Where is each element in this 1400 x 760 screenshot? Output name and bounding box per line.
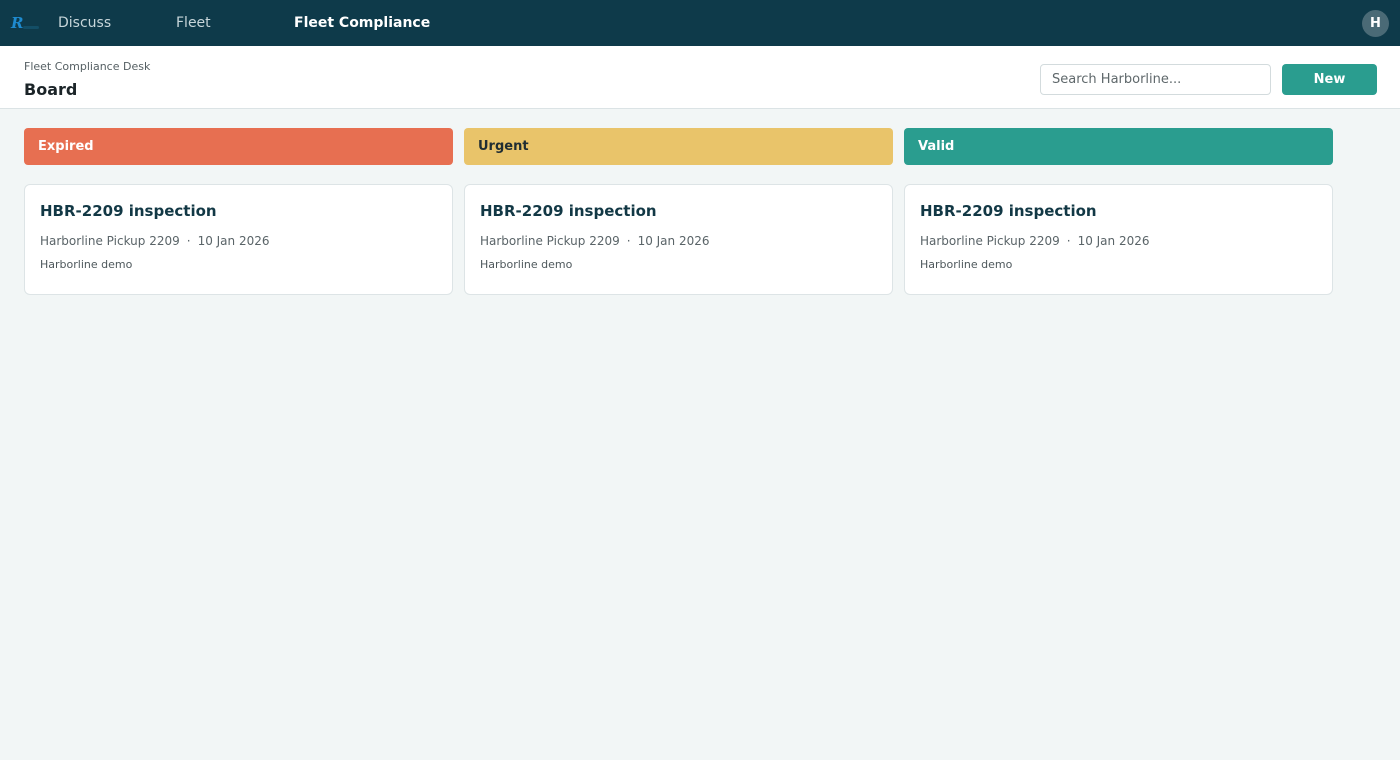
card-meta: Harborline Pickup 2209 · 10 Jan 2026 [40, 234, 437, 248]
card-date: 10 Jan 2026 [637, 234, 710, 248]
card-expired[interactable]: HBR-2209 inspection Harborline Pickup 22… [24, 184, 453, 295]
meta-separator: · [186, 234, 191, 248]
page-title: Board [24, 80, 78, 99]
card-urgent[interactable]: HBR-2209 inspection Harborline Pickup 22… [464, 184, 893, 295]
column-expired: Expired HBR-2209 inspection Harborline P… [24, 128, 453, 295]
card-title: HBR-2209 inspection [40, 202, 217, 220]
top-navbar: R Discuss Fleet Fleet Compliance H [0, 0, 1400, 46]
card-date: 10 Jan 2026 [197, 234, 270, 248]
card-meta: Harborline Pickup 2209 · 10 Jan 2026 [920, 234, 1317, 248]
card-owner: Harborline demo [920, 258, 1013, 271]
card-title: HBR-2209 inspection [920, 202, 1097, 220]
new-button[interactable]: New [1282, 64, 1377, 95]
meta-separator: · [626, 234, 631, 248]
column-urgent: Urgent HBR-2209 inspection Harborline Pi… [464, 128, 893, 295]
nav-item-fleet[interactable]: Fleet [176, 0, 211, 46]
card-owner: Harborline demo [40, 258, 133, 271]
card-vehicle: Harborline Pickup 2209 [920, 234, 1060, 248]
card-owner: Harborline demo [480, 258, 573, 271]
card-vehicle: Harborline Pickup 2209 [480, 234, 620, 248]
meta-separator: · [1066, 234, 1071, 248]
user-avatar[interactable]: H [1362, 10, 1389, 37]
column-valid: Valid HBR-2209 inspection Harborline Pic… [904, 128, 1333, 295]
card-vehicle: Harborline Pickup 2209 [40, 234, 180, 248]
nav-item-discuss[interactable]: Discuss [58, 0, 111, 46]
breadcrumb[interactable]: Fleet Compliance Desk [24, 60, 150, 73]
column-header-valid: Valid [904, 128, 1333, 165]
column-header-expired: Expired [24, 128, 453, 165]
nav-item-fleet-compliance[interactable]: Fleet Compliance [294, 0, 430, 46]
column-header-urgent: Urgent [464, 128, 893, 165]
card-title: HBR-2209 inspection [480, 202, 657, 220]
card-meta: Harborline Pickup 2209 · 10 Jan 2026 [480, 234, 877, 248]
page-header: Fleet Compliance Desk Board New [0, 46, 1400, 109]
search-input[interactable] [1040, 64, 1271, 95]
card-date: 10 Jan 2026 [1077, 234, 1150, 248]
app-logo-icon[interactable]: R [11, 13, 45, 33]
card-valid[interactable]: HBR-2209 inspection Harborline Pickup 22… [904, 184, 1333, 295]
